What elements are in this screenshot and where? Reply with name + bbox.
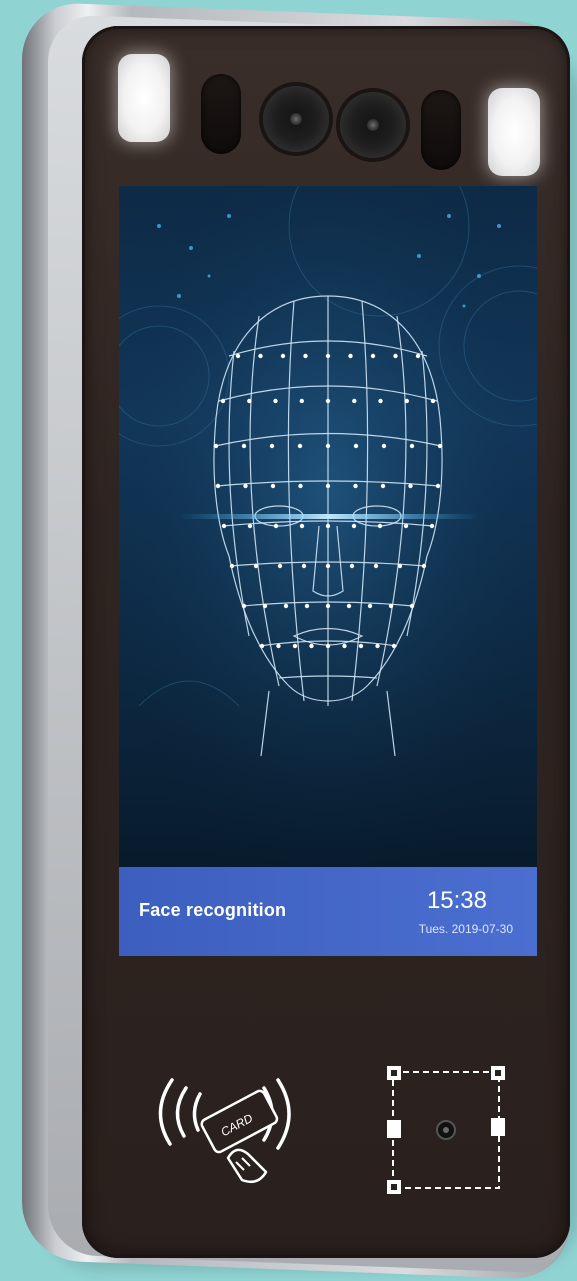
- mesh-node: [221, 523, 227, 529]
- mesh-node: [421, 563, 427, 569]
- mesh-node: [380, 483, 386, 489]
- scan-line: [179, 514, 479, 519]
- ir-light-left: [118, 54, 170, 142]
- mesh-node: [247, 523, 253, 529]
- mesh-node: [409, 443, 415, 449]
- mesh-node: [388, 603, 394, 609]
- mesh-node: [346, 603, 352, 609]
- mesh-node: [381, 443, 387, 449]
- mesh-node: [277, 563, 283, 569]
- mesh-node: [409, 603, 415, 609]
- sensor-left: [201, 74, 241, 154]
- mesh-node: [325, 643, 331, 649]
- mesh-node: [235, 353, 241, 359]
- mesh-node: [258, 353, 263, 359]
- mesh-node: [370, 353, 376, 359]
- status-date: Tues. 2019-07-30: [418, 922, 513, 936]
- mesh-node: [276, 643, 281, 649]
- face-wireframe-graphic: [119, 186, 537, 867]
- ir-light-right: [488, 88, 540, 176]
- mesh-node: [353, 443, 359, 449]
- mesh-node: [375, 643, 380, 649]
- mesh-node: [273, 398, 278, 404]
- mesh-node: [243, 483, 248, 489]
- status-bar: Face recognition 15:38 Tues. 2019-07-30: [119, 867, 537, 956]
- mesh-node: [220, 398, 226, 404]
- mesh-node: [309, 643, 314, 649]
- status-time: 15:38: [426, 887, 487, 914]
- sensor-right: [421, 90, 461, 170]
- mesh-node: [298, 483, 303, 489]
- mesh-node: [391, 643, 397, 649]
- mesh-node: [299, 398, 304, 404]
- mesh-node: [377, 523, 383, 529]
- mesh-node: [247, 398, 252, 404]
- mesh-node: [325, 523, 331, 529]
- mesh-node: [352, 398, 357, 404]
- mesh-node: [393, 353, 398, 359]
- mesh-node: [253, 563, 259, 569]
- mesh-node: [403, 523, 409, 529]
- mesh-node: [342, 643, 347, 649]
- mesh-node: [373, 563, 379, 569]
- mesh-node: [213, 443, 219, 449]
- nfc-card-graphic: CARD: [158, 1078, 291, 1183]
- mesh-node: [437, 443, 443, 449]
- mesh-node: [325, 603, 331, 609]
- mesh-node: [297, 443, 303, 449]
- mesh-node: [292, 643, 298, 649]
- mesh-node: [349, 563, 355, 569]
- mesh-node: [358, 643, 364, 649]
- mesh-node: [325, 483, 331, 489]
- mesh-node: [269, 443, 275, 449]
- mesh-node: [404, 398, 409, 404]
- mesh-node: [303, 353, 308, 359]
- mesh-node: [262, 603, 268, 609]
- mesh-node: [325, 353, 331, 359]
- mesh-node: [408, 483, 413, 489]
- mesh-node: [215, 483, 221, 489]
- mesh-node: [280, 353, 286, 359]
- camera-left: [263, 86, 329, 152]
- scene: Face recognition 15:38 Tues. 2019-07-30 …: [0, 0, 577, 1281]
- qr-scanner-icon[interactable]: [383, 1062, 509, 1198]
- mesh-node: [301, 563, 307, 569]
- camera-right: [340, 92, 406, 158]
- mesh-node: [351, 523, 357, 529]
- mesh-node: [325, 398, 331, 404]
- mesh-node: [367, 603, 373, 609]
- qr-scanner-graphic: [387, 1066, 505, 1194]
- mesh-node: [348, 353, 353, 359]
- mesh-node: [241, 443, 247, 449]
- mesh-node: [241, 603, 247, 609]
- mesh-node: [415, 353, 421, 359]
- mesh-node: [325, 443, 331, 449]
- mesh-node: [259, 643, 265, 649]
- nfc-card-icon[interactable]: CARD: [140, 1062, 310, 1192]
- mesh-node: [229, 563, 235, 569]
- mesh-node: [283, 603, 289, 609]
- mesh-node: [429, 523, 435, 529]
- display-screen: Face recognition 15:38 Tues. 2019-07-30: [119, 186, 537, 956]
- mesh-node: [299, 523, 305, 529]
- mesh-node: [378, 398, 383, 404]
- mesh-node: [304, 603, 310, 609]
- mesh-node: [325, 563, 331, 569]
- mesh-node: [353, 483, 358, 489]
- mesh-node: [273, 523, 279, 529]
- mesh-node: [435, 483, 441, 489]
- mesh-node: [430, 398, 436, 404]
- status-label: Face recognition: [139, 900, 287, 920]
- mesh-node: [270, 483, 276, 489]
- mesh-node: [397, 563, 403, 569]
